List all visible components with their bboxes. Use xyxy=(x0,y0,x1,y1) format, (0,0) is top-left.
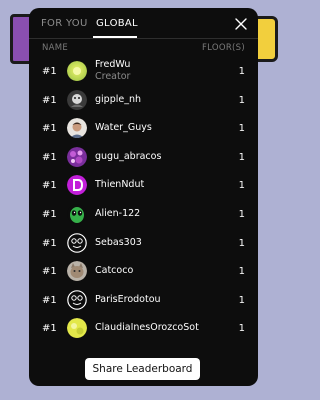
leaderboard-row[interactable]: #1 ParisErodotou 1 xyxy=(29,287,258,316)
leaderboard-row[interactable]: #1 Water_Guys 1 xyxy=(29,115,258,144)
rank-label: #1 xyxy=(42,266,57,278)
leaderboard-row[interactable]: #1 Alien-122 1 xyxy=(29,201,258,230)
floor-count: 1 xyxy=(238,294,245,306)
floor-count: 1 xyxy=(238,237,245,249)
tab-global[interactable]: GLOBAL xyxy=(96,18,138,29)
rank-label: #1 xyxy=(42,66,57,77)
floor-count: 1 xyxy=(238,66,245,77)
username: Sebas303 xyxy=(95,236,142,248)
green-alien-avatar-icon xyxy=(67,203,87,224)
rank-label: #1 xyxy=(42,208,57,220)
rank-label: #1 xyxy=(42,237,57,249)
rank-label: #1 xyxy=(42,323,57,335)
close-icon xyxy=(235,18,247,30)
rank-label: #1 xyxy=(42,151,57,163)
floor-count: 1 xyxy=(238,180,245,192)
rank-label: #1 xyxy=(42,94,57,106)
active-tab-indicator xyxy=(93,36,137,38)
floor-count: 1 xyxy=(238,151,245,163)
floor-count: 1 xyxy=(238,323,245,335)
leaderboard-row[interactable]: #1 Catcoco 1 xyxy=(29,258,258,287)
leaderboard-row[interactable]: #1 gipple_nh 1 xyxy=(29,87,258,116)
leaderboard-row[interactable]: #1 FredWu Creator 1 xyxy=(29,58,258,87)
tab-for-you[interactable]: FOR YOU xyxy=(41,18,88,29)
username: Catcoco xyxy=(95,265,134,277)
floor-count: 1 xyxy=(238,123,245,135)
username: ThienNdut xyxy=(95,179,145,191)
column-header-name: NAME xyxy=(42,43,69,53)
username: Alien-122 xyxy=(95,207,141,219)
username: Water_Guys xyxy=(95,122,152,134)
rank-label: #1 xyxy=(42,180,57,192)
username: gipple_nh xyxy=(95,93,142,105)
username: gugu_abracos xyxy=(95,150,162,162)
magenta-letter-avatar-icon xyxy=(67,175,87,196)
purple-pattern-avatar-icon xyxy=(67,146,87,167)
yellow-green-avatar-icon xyxy=(67,61,87,81)
floor-count: 1 xyxy=(238,94,245,106)
floor-count: 1 xyxy=(238,208,245,220)
rank-label: #1 xyxy=(42,123,57,135)
tab-bar: FOR YOU GLOBAL xyxy=(29,8,258,39)
leaderboard-row[interactable]: #1 Sebas303 1 xyxy=(29,230,258,259)
username: ClaudiaInesOrozcoSot xyxy=(95,322,199,334)
leaderboard-modal: FOR YOU GLOBAL NAME FLOOR(S) #1 FredWu C… xyxy=(29,8,258,386)
cat-photo-avatar-icon xyxy=(67,261,87,282)
share-leaderboard-button[interactable]: Share Leaderboard xyxy=(85,358,200,380)
username: FredWu xyxy=(95,59,131,70)
user-role: Creator xyxy=(95,71,131,82)
floor-count: 1 xyxy=(238,266,245,278)
column-header-floors: FLOOR(S) xyxy=(201,43,245,53)
person-photo-avatar-icon xyxy=(67,118,87,139)
leaderboard-row[interactable]: #1 ThienNdut 1 xyxy=(29,172,258,201)
leaderboard-row[interactable]: #1 gugu_abracos 1 xyxy=(29,144,258,173)
yellow-blob-avatar-icon xyxy=(67,318,87,339)
column-header-row: NAME FLOOR(S) xyxy=(29,41,258,55)
rank-label: #1 xyxy=(42,294,57,306)
default-face-avatar-icon xyxy=(67,232,87,253)
close-button[interactable] xyxy=(233,16,249,32)
leaderboard-row[interactable]: #1 ClaudiaInesOrozcoSot 1 xyxy=(29,315,258,344)
leaderboard-list: #1 FredWu Creator 1 #1 gipple_nh 1 #1 Wa… xyxy=(29,58,258,344)
dark-photo-avatar-icon xyxy=(67,89,87,110)
default-face-avatar-icon xyxy=(67,289,87,310)
username: ParisErodotou xyxy=(95,293,161,305)
